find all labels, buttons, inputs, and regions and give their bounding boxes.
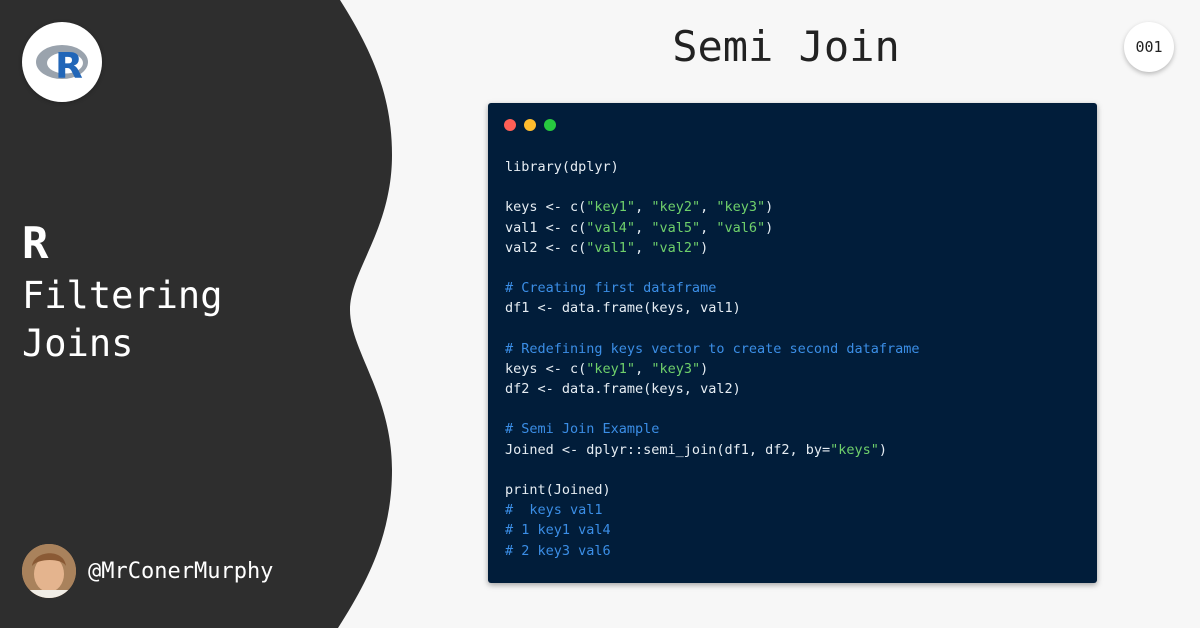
code-text: , [635, 239, 652, 256]
code-line: val1 <- c("val4", "val5", "val6") [505, 218, 920, 238]
code-text: ) [765, 199, 774, 216]
code-line: val2 <- c("val1", "val2") [505, 238, 920, 258]
code-string: "keys" [830, 441, 879, 458]
code-text: keys <- c( [505, 199, 587, 216]
code-string: "key1" [586, 199, 636, 216]
code-comment: # Redefining keys vector to create secon… [505, 340, 920, 357]
code-text: keys <- c( [505, 360, 587, 377]
code-line: df2 <- data.frame(keys, val2) [505, 379, 920, 399]
code-comment: # Creating first dataframe [505, 280, 717, 297]
svg-text:R: R [55, 46, 83, 87]
code-window: library(dplyr) keys <- c("key1", "key2", … [488, 103, 1097, 583]
code-text: , [635, 219, 652, 236]
code-line: # Semi Join Example [505, 419, 920, 439]
page-number-badge: 001 [1124, 22, 1174, 72]
code-comment: # Semi Join Example [505, 421, 660, 438]
author-handle: @MrConerMurphy [88, 558, 274, 584]
maximize-dot-icon [544, 119, 556, 131]
title-line-1: Filtering [22, 274, 223, 317]
code-text: print(Joined) [505, 482, 611, 498]
title-big: R [22, 218, 49, 269]
code-block: library(dplyr) keys <- c("key1", "key2", … [505, 157, 920, 561]
code-text: ) [765, 219, 774, 236]
code-text: library(dplyr) [505, 159, 619, 175]
page-title: Semi Join [672, 22, 900, 71]
code-string: "key3" [651, 360, 701, 377]
code-line: # keys val1 [505, 500, 920, 520]
code-text: df1 <- data.frame(keys, val1) [505, 300, 741, 317]
code-string: "val4" [586, 219, 636, 236]
code-string: "val1" [586, 239, 636, 256]
code-line: Joined <- dplyr::semi_join(df1, df2, by=… [505, 440, 920, 460]
code-string: "val2" [651, 239, 701, 256]
code-line: # 1 key1 val4 [505, 520, 920, 540]
avatar [22, 544, 76, 598]
code-comment: # keys val1 [505, 502, 603, 519]
code-text: Joined <- dplyr::semi_join(df1, df2, by= [505, 441, 831, 458]
code-text: ) [700, 360, 709, 377]
code-line: # Redefining keys vector to create secon… [505, 339, 920, 359]
sidebar-title: R Filtering Joins [22, 216, 222, 368]
window-controls [504, 119, 564, 131]
code-text: val1 <- c( [505, 219, 587, 236]
title-line-2: Joins [22, 322, 134, 365]
code-text: df2 <- data.frame(keys, val2) [505, 381, 741, 398]
code-text: , [635, 199, 652, 216]
code-comment: # 1 key1 val4 [505, 522, 611, 539]
code-line: # 2 key3 val6 [505, 541, 920, 561]
code-string: "key1" [586, 360, 636, 377]
r-language-logo-icon: R [22, 22, 102, 102]
code-line: # Creating first dataframe [505, 278, 920, 298]
code-string: "key3" [716, 199, 766, 216]
code-text: ) [700, 239, 709, 256]
code-line: df1 <- data.frame(keys, val1) [505, 298, 920, 318]
close-dot-icon [504, 119, 516, 131]
author-block: @MrConerMurphy [22, 544, 273, 598]
code-text: , [635, 360, 652, 377]
code-text: ) [878, 441, 888, 458]
code-line: keys <- c("key1", "key2", "key3") [505, 197, 920, 217]
code-text: , [700, 219, 717, 236]
minimize-dot-icon [524, 119, 536, 131]
code-line: print(Joined) [505, 480, 920, 500]
code-comment: # 2 key3 val6 [505, 542, 611, 559]
code-string: "val5" [651, 219, 701, 236]
code-line: keys <- c("key1", "key3") [505, 359, 920, 379]
code-string: "val6" [716, 219, 766, 236]
code-string: "key2" [651, 199, 701, 216]
code-text: , [700, 199, 717, 216]
code-line: library(dplyr) [505, 157, 920, 177]
code-text: val2 <- c( [505, 239, 587, 256]
